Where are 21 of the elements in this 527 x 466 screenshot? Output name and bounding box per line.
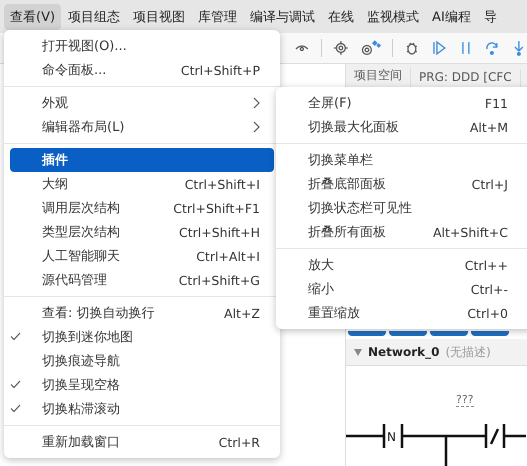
menu-item[interactable]: 切换痕迹导航	[4, 349, 280, 373]
network-title: Network_0	[368, 345, 440, 359]
menu-bar-item[interactable]: 在线	[322, 4, 360, 30]
menu-bar-item[interactable]: 项目视图	[127, 4, 192, 30]
menu-bar-item[interactable]: 监视模式	[361, 4, 426, 30]
network-description: (无描述)	[446, 344, 491, 360]
menu-item[interactable]: 切换菜单栏	[276, 148, 527, 172]
menu-item[interactable]: 重新加载窗口 Ctrl+R	[4, 430, 280, 454]
menu-item[interactable]: 切换到迷你地图	[4, 325, 280, 349]
menu-bar-item[interactable]: 库管理	[192, 4, 244, 30]
menu-bar-item[interactable]: 查看(V)	[4, 4, 62, 30]
menu-item[interactable]: 插件	[10, 148, 274, 172]
menu-bar-item[interactable]: 项目组态	[62, 4, 126, 30]
menu-item[interactable]: 打开视图(O)...	[4, 34, 280, 58]
menu-bar-item[interactable]: 编译与调试	[244, 4, 322, 30]
menu-bar-item[interactable]: 导	[478, 4, 503, 30]
menu-bar-item[interactable]: AI编程	[426, 4, 477, 30]
menu-item[interactable]: 命令面板... Ctrl+Shift+P	[4, 58, 280, 82]
variable-label: ???	[456, 394, 474, 407]
menu-item[interactable]: 切换粘滞滚动	[4, 397, 280, 421]
menu-item[interactable]: 切换呈现空格	[4, 373, 280, 397]
